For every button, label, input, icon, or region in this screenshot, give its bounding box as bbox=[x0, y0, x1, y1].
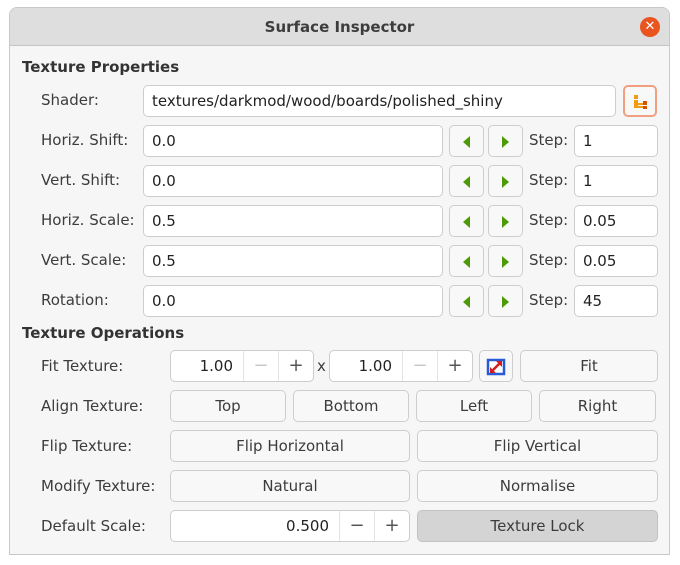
default-scale-spinner[interactable]: 0.500 − + bbox=[170, 510, 410, 542]
default-scale-label: Default Scale: bbox=[41, 517, 146, 535]
arrow-left-icon bbox=[463, 175, 470, 188]
horiz-scale-step-label: Step: bbox=[529, 211, 569, 229]
vert-shift-increase-button[interactable] bbox=[488, 165, 523, 197]
fit-height-value[interactable]: 1.00 bbox=[330, 351, 402, 381]
normalise-button[interactable]: Normalise bbox=[417, 470, 658, 502]
horiz-shift-step-label: Step: bbox=[529, 131, 569, 149]
fit-height-decrement[interactable]: − bbox=[402, 351, 437, 381]
shader-browse-button[interactable] bbox=[623, 85, 657, 117]
arrow-right-icon bbox=[502, 135, 509, 148]
natural-button[interactable]: Natural bbox=[170, 470, 410, 502]
shader-label: Shader: bbox=[41, 91, 99, 109]
folder-tree-icon bbox=[634, 95, 647, 109]
vert-shift-label: Vert. Shift: bbox=[41, 171, 121, 189]
align-left-button[interactable]: Left bbox=[416, 390, 532, 422]
arrow-right-icon bbox=[502, 175, 509, 188]
rotation-step-input[interactable]: 45 bbox=[574, 285, 658, 317]
vert-scale-step-input[interactable]: 0.05 bbox=[574, 245, 658, 277]
fit-width-value[interactable]: 1.00 bbox=[171, 351, 243, 381]
vert-shift-decrease-button[interactable] bbox=[449, 165, 484, 197]
rotation-label: Rotation: bbox=[41, 291, 109, 309]
vert-shift-step-input[interactable]: 1 bbox=[574, 165, 658, 197]
vert-scale-decrease-button[interactable] bbox=[449, 245, 484, 277]
default-scale-increment[interactable]: + bbox=[374, 511, 409, 541]
vert-scale-increase-button[interactable] bbox=[488, 245, 523, 277]
vert-scale-step-label: Step: bbox=[529, 251, 569, 269]
fit-width-spinner[interactable]: 1.00 − + bbox=[170, 350, 314, 382]
fit-width-increment[interactable]: + bbox=[278, 351, 313, 381]
fit-button[interactable]: Fit bbox=[520, 350, 658, 382]
surface-inspector-window: Surface Inspector ✕ Texture Properties S… bbox=[9, 7, 670, 555]
rotation-increase-button[interactable] bbox=[488, 285, 523, 317]
align-texture-label: Align Texture: bbox=[41, 397, 144, 415]
rotation-step-label: Step: bbox=[529, 291, 569, 309]
horiz-shift-decrease-button[interactable] bbox=[449, 125, 484, 157]
modify-texture-label: Modify Texture: bbox=[41, 477, 156, 495]
fit-height-spinner[interactable]: 1.00 − + bbox=[329, 350, 473, 382]
fit-width-decrement[interactable]: − bbox=[243, 351, 278, 381]
rotation-input[interactable]: 0.0 bbox=[143, 285, 443, 317]
fit-texture-label: Fit Texture: bbox=[41, 357, 124, 375]
texture-lock-toggle[interactable]: Texture Lock bbox=[417, 510, 658, 542]
horiz-shift-input[interactable]: 0.0 bbox=[143, 125, 443, 157]
horiz-shift-step-input[interactable]: 1 bbox=[574, 125, 658, 157]
texture-operations-heading: Texture Operations bbox=[22, 324, 185, 342]
vert-scale-label: Vert. Scale: bbox=[41, 251, 127, 269]
horiz-scale-increase-button[interactable] bbox=[488, 205, 523, 237]
align-top-button[interactable]: Top bbox=[170, 390, 286, 422]
window-title: Surface Inspector bbox=[264, 17, 415, 36]
texture-properties-heading: Texture Properties bbox=[22, 58, 180, 76]
arrow-right-icon bbox=[502, 295, 509, 308]
flip-vertical-button[interactable]: Flip Vertical bbox=[417, 430, 658, 462]
close-icon[interactable]: ✕ bbox=[640, 17, 660, 37]
horiz-scale-label: Horiz. Scale: bbox=[41, 211, 135, 229]
fit-separator: x bbox=[317, 357, 326, 375]
arrow-left-icon bbox=[463, 255, 470, 268]
vert-shift-step-label: Step: bbox=[529, 171, 569, 189]
arrow-left-icon bbox=[463, 135, 470, 148]
scale-link-toggle[interactable] bbox=[479, 350, 513, 382]
rotation-decrease-button[interactable] bbox=[449, 285, 484, 317]
shader-input[interactable]: textures/darkmod/wood/boards/polished_sh… bbox=[143, 85, 616, 117]
arrow-right-icon bbox=[502, 255, 509, 268]
horiz-shift-increase-button[interactable] bbox=[488, 125, 523, 157]
horiz-scale-step-input[interactable]: 0.05 bbox=[574, 205, 658, 237]
default-scale-decrement[interactable]: − bbox=[339, 511, 374, 541]
fit-height-increment[interactable]: + bbox=[437, 351, 472, 381]
align-bottom-button[interactable]: Bottom bbox=[293, 390, 409, 422]
default-scale-value[interactable]: 0.500 bbox=[171, 511, 339, 541]
arrow-left-icon bbox=[463, 215, 470, 228]
horiz-scale-decrease-button[interactable] bbox=[449, 205, 484, 237]
arrow-right-icon bbox=[502, 215, 509, 228]
scale-link-icon bbox=[486, 358, 506, 375]
vert-shift-input[interactable]: 0.0 bbox=[143, 165, 443, 197]
arrow-left-icon bbox=[463, 295, 470, 308]
align-right-button[interactable]: Right bbox=[539, 390, 656, 422]
title-bar: Surface Inspector ✕ bbox=[10, 8, 669, 46]
flip-texture-label: Flip Texture: bbox=[41, 437, 133, 455]
horiz-scale-input[interactable]: 0.5 bbox=[143, 205, 443, 237]
horiz-shift-label: Horiz. Shift: bbox=[41, 131, 129, 149]
flip-horizontal-button[interactable]: Flip Horizontal bbox=[170, 430, 410, 462]
vert-scale-input[interactable]: 0.5 bbox=[143, 245, 443, 277]
